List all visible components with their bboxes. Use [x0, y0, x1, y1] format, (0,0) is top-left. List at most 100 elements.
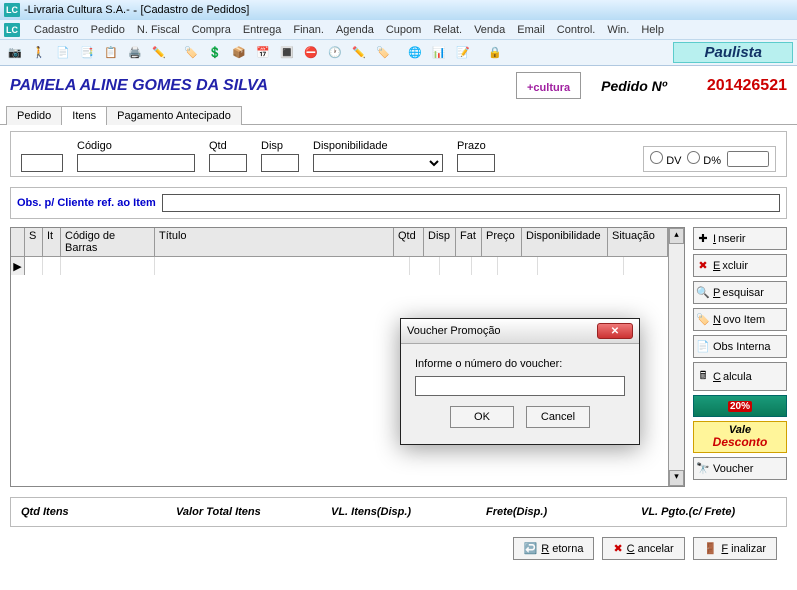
- calc-icon: 🖩: [696, 367, 710, 386]
- voucher-number-input[interactable]: [415, 376, 625, 396]
- menu-help[interactable]: Help: [641, 24, 664, 36]
- inserir-button[interactable]: ✚Inserir: [693, 227, 787, 250]
- tool-person-icon[interactable]: 🚶: [28, 42, 50, 64]
- codigo-prefix-input[interactable]: [21, 154, 63, 172]
- obs-input[interactable]: [162, 194, 780, 212]
- tool-pencil-icon[interactable]: ✏️: [348, 42, 370, 64]
- disponibilidade-label: Disponibilidade: [313, 140, 443, 152]
- tool-barcode-icon[interactable]: 🔳: [276, 42, 298, 64]
- bottom-buttons: ↩️Retorna ✖Cancelar 🚪Finalizar: [10, 527, 787, 570]
- disponibilidade-select[interactable]: [313, 154, 443, 172]
- qtd-input[interactable]: [209, 154, 247, 172]
- calcula-button[interactable]: 🖩Calcula: [693, 362, 787, 391]
- promo-button[interactable]: 20%: [693, 395, 787, 417]
- table-row[interactable]: ▶: [11, 257, 684, 275]
- tab-itens[interactable]: Itens: [61, 106, 107, 125]
- tool-clock-icon[interactable]: 🕐: [324, 42, 346, 64]
- tool-globe-icon[interactable]: 🌐: [404, 42, 426, 64]
- col-qtd[interactable]: Qtd: [394, 228, 424, 256]
- dv-radio-label[interactable]: DV: [650, 151, 681, 167]
- tool-edit-icon[interactable]: ✏️: [148, 42, 170, 64]
- menu-venda[interactable]: Venda: [474, 24, 505, 36]
- retorna-button[interactable]: ↩️Retorna: [513, 537, 595, 560]
- col-dispon[interactable]: Disponibilidade: [522, 228, 608, 256]
- col-it[interactable]: It: [43, 228, 61, 256]
- dialog-prompt: Informe o número do voucher:: [415, 358, 625, 370]
- cancelar-button[interactable]: ✖Cancelar: [602, 537, 684, 560]
- vlpgto-label: VL. Pgto.(c/ Frete): [641, 506, 776, 518]
- excluir-button[interactable]: ✖Excluir: [693, 254, 787, 277]
- tool-doc3-icon[interactable]: 📋: [100, 42, 122, 64]
- page-header: PAMELA ALINE GOMES DA SILVA +cultura Ped…: [0, 66, 797, 105]
- scroll-down-icon[interactable]: ▾: [669, 470, 684, 486]
- cancel-icon: ✖: [613, 542, 622, 555]
- tool-doc2-icon[interactable]: 📑: [76, 42, 98, 64]
- tool-chart-icon[interactable]: 📊: [428, 42, 450, 64]
- discount-box: DV D%: [643, 146, 776, 172]
- scroll-up-icon[interactable]: ▴: [669, 228, 684, 244]
- dialog-ok-button[interactable]: OK: [450, 406, 514, 428]
- menu-email[interactable]: Email: [517, 24, 545, 36]
- novoitem-button[interactable]: 🏷️Novo Item: [693, 308, 787, 331]
- disp-input[interactable]: [261, 154, 299, 172]
- dv-radio[interactable]: [650, 151, 663, 164]
- tab-pedido[interactable]: Pedido: [6, 106, 62, 125]
- menu-compra[interactable]: Compra: [192, 24, 231, 36]
- col-sit[interactable]: Situação: [608, 228, 668, 256]
- dialog-close-button[interactable]: ✕: [597, 323, 633, 339]
- customer-name: PAMELA ALINE GOMES DA SILVA: [10, 77, 268, 95]
- menu-nfiscal[interactable]: N. Fiscal: [137, 24, 180, 36]
- menu-agenda[interactable]: Agenda: [336, 24, 374, 36]
- prazo-input[interactable]: [457, 154, 495, 172]
- dialog-cancel-button[interactable]: Cancel: [526, 406, 590, 428]
- menu-control[interactable]: Control.: [557, 24, 596, 36]
- codigo-input[interactable]: [77, 154, 195, 172]
- vale-desconto-button[interactable]: ValeDesconto: [693, 421, 787, 453]
- tool-printer-icon[interactable]: 🖨️: [124, 42, 146, 64]
- tool-tag-icon[interactable]: 🏷️: [180, 42, 202, 64]
- tool-stop-icon[interactable]: ⛔: [300, 42, 322, 64]
- tool-note-icon[interactable]: 📝: [452, 42, 474, 64]
- tool-box-icon[interactable]: 📦: [228, 42, 250, 64]
- title-bar: LC -Livraria Cultura S.A.- - [Cadastro d…: [0, 0, 797, 20]
- menu-cupom[interactable]: Cupom: [386, 24, 421, 36]
- voucher-button[interactable]: 🔭Voucher: [693, 457, 787, 480]
- obsinterna-button[interactable]: 📄Obs Interna: [693, 335, 787, 358]
- menu-pedido[interactable]: Pedido: [91, 24, 125, 36]
- finalizar-button[interactable]: 🚪Finalizar: [693, 537, 777, 560]
- pedido-number: 201426521: [707, 77, 787, 95]
- col-titulo[interactable]: Título: [155, 228, 394, 256]
- tool-money-icon[interactable]: 💲: [204, 42, 226, 64]
- menu-entrega[interactable]: Entrega: [243, 24, 282, 36]
- menu-finan[interactable]: Finan.: [293, 24, 324, 36]
- promo-pct: 20%: [728, 401, 752, 412]
- qtditens-label: Qtd Itens: [21, 506, 156, 518]
- tool-camera-icon[interactable]: 📷: [4, 42, 26, 64]
- search-icon: 🔍: [696, 286, 710, 299]
- menu-bar: LC Cadastro Pedido N. Fiscal Compra Entr…: [0, 20, 797, 40]
- codigo-label: Código: [77, 140, 195, 152]
- menu-icon: LC: [4, 23, 20, 37]
- binoculars-icon: 🔭: [696, 462, 710, 475]
- pesquisar-button[interactable]: 🔍Pesquisar: [693, 281, 787, 304]
- tool-tag2-icon[interactable]: 🏷️: [372, 42, 394, 64]
- tool-doc1-icon[interactable]: 📄: [52, 42, 74, 64]
- dpct-radio-label[interactable]: D%: [687, 151, 721, 167]
- tab-pagamento[interactable]: Pagamento Antecipado: [106, 106, 242, 125]
- menu-win[interactable]: Win.: [607, 24, 629, 36]
- tool-calendar-icon[interactable]: 📅: [252, 42, 274, 64]
- discount-input[interactable]: [727, 151, 769, 167]
- tool-lock-icon[interactable]: 🔒: [484, 42, 506, 64]
- plus-icon: ✚: [696, 232, 710, 245]
- col-disp[interactable]: Disp: [424, 228, 456, 256]
- col-fat[interactable]: Fat: [456, 228, 482, 256]
- dialog-titlebar: Voucher Promoção ✕: [401, 319, 639, 344]
- prazo-label: Prazo: [457, 140, 495, 152]
- col-s[interactable]: S: [25, 228, 43, 256]
- col-preco[interactable]: Preço: [482, 228, 522, 256]
- dpct-radio[interactable]: [687, 151, 700, 164]
- menu-cadastro[interactable]: Cadastro: [34, 24, 79, 36]
- menu-relat[interactable]: Relat.: [433, 24, 462, 36]
- col-codbar[interactable]: Código de Barras: [61, 228, 155, 256]
- grid-scrollbar[interactable]: ▴ ▾: [668, 228, 684, 486]
